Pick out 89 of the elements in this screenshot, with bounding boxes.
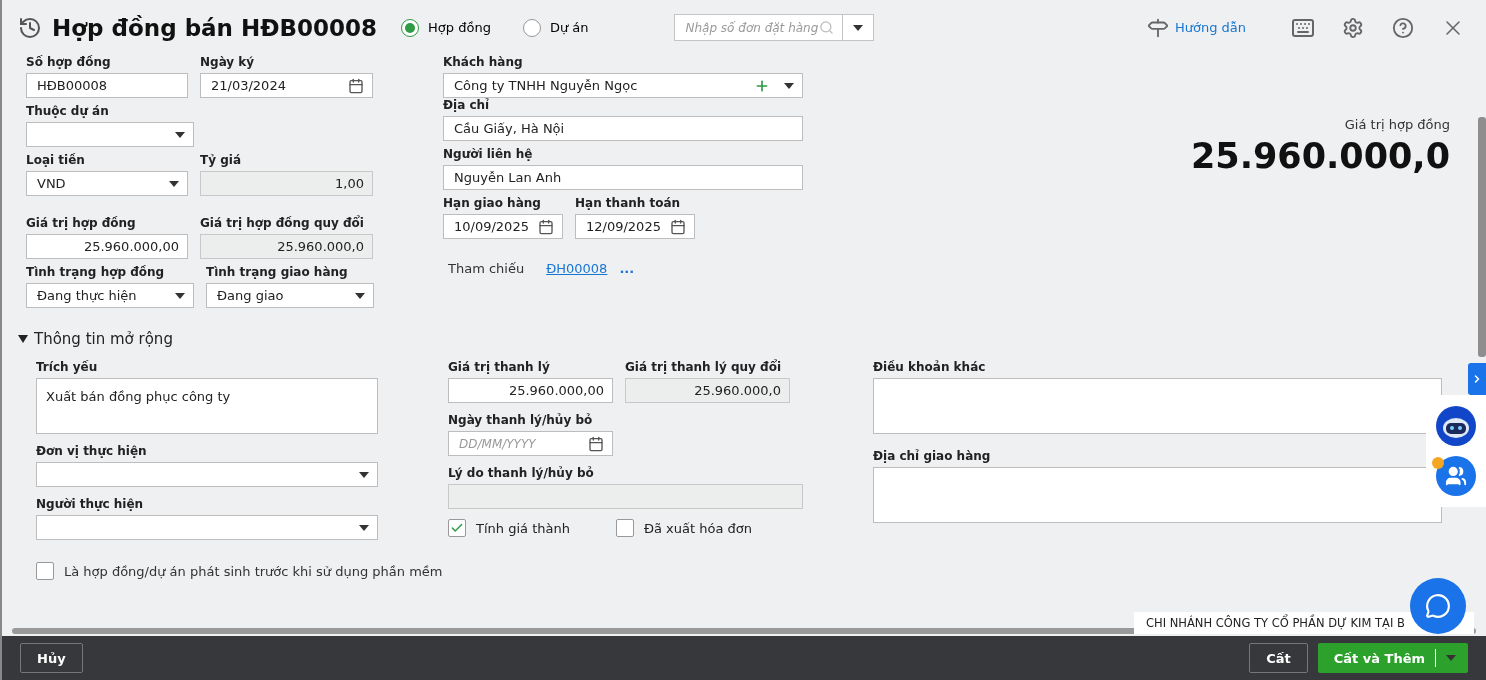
radio-option[interactable]: Hợp đồng	[401, 18, 491, 37]
caret-icon	[175, 131, 185, 138]
input-field[interactable]: Nguyễn Lan Anh	[443, 165, 803, 190]
dropdown-field[interactable]: VND	[26, 171, 188, 196]
dropdown-field[interactable]: Công ty TNHH Nguyễn Ngọc	[443, 73, 803, 98]
field-label: Trích yếu	[36, 360, 99, 375]
input-field[interactable]: 1,00	[200, 171, 373, 196]
checkbox-label: Là hợp đồng/dự án phát sinh trước khi sử dụng phần mềm	[64, 563, 443, 579]
field-label: Khách hàng	[443, 55, 524, 70]
input-field[interactable]: 25.960.000,00	[448, 378, 613, 403]
notification-dot	[1432, 457, 1444, 469]
more-link[interactable]: ...	[619, 261, 635, 276]
cancel-button[interactable]: Hủy	[20, 643, 83, 673]
caret-icon	[853, 24, 864, 31]
section-toggle[interactable]: Thông tin mở rộng	[18, 330, 173, 348]
settings-icon[interactable]	[1342, 16, 1364, 39]
total-label: Giá trị hợp đồng	[1344, 117, 1450, 132]
caret-icon	[359, 524, 369, 531]
field-label: Tỷ giá	[200, 153, 242, 168]
reference-label: Tham chiếu	[448, 261, 525, 276]
calendar-icon	[670, 218, 686, 235]
caret-icon	[175, 292, 185, 299]
caret-icon	[1446, 655, 1456, 661]
save-button[interactable]: Cất	[1249, 643, 1308, 673]
field-label: Loại tiền	[26, 153, 86, 168]
dropdown-field[interactable]	[26, 122, 194, 147]
guide-link[interactable]: Hướng dẫn	[1146, 16, 1246, 39]
robot-icon[interactable]	[1436, 406, 1476, 446]
date-field[interactable]: 21/03/2024	[200, 73, 373, 98]
field-label: Tình trạng giao hàng	[206, 265, 349, 280]
field-label: Thuộc dự án	[26, 104, 110, 119]
caret-icon	[355, 292, 365, 299]
calendar-icon	[348, 77, 364, 94]
field-label: Ngày ký	[200, 55, 256, 70]
field-label: Địa chỉ giao hàng	[873, 449, 992, 464]
checkbox[interactable]	[36, 562, 54, 580]
chat-button[interactable]	[1410, 578, 1466, 634]
caret-icon	[169, 180, 179, 187]
caret-icon	[359, 471, 369, 478]
dropdown-field[interactable]	[36, 515, 378, 540]
input-field[interactable]: HĐB00008	[26, 73, 188, 98]
checkbox-label: Đã xuất hóa đơn	[615, 519, 752, 537]
team-icon[interactable]	[1436, 456, 1476, 496]
dropdown-field[interactable]	[36, 462, 378, 487]
field-label: Đơn vị thực hiện	[36, 444, 148, 459]
help-icon[interactable]	[1392, 16, 1414, 39]
calendar-icon	[538, 218, 554, 235]
field-label: Hạn giao hàng	[443, 196, 542, 211]
field-label: Điều khoản khác	[873, 360, 987, 375]
checkbox[interactable]	[615, 519, 634, 537]
caret-icon	[784, 82, 794, 89]
checkbox-label: Tính giá thành	[448, 519, 570, 537]
vertical-scrollbar[interactable]	[1478, 117, 1486, 357]
field-label: Hạn thanh toán	[575, 196, 682, 211]
input-field[interactable]: Cầu Giấy, Hà Nội	[443, 116, 803, 141]
dropdown-field[interactable]: Đang thực hiện	[26, 283, 194, 308]
history-icon[interactable]	[18, 15, 42, 40]
field-label: Ngày thanh lý/hủy bỏ	[448, 413, 594, 428]
expand-tab[interactable]	[1468, 363, 1486, 395]
checkbox[interactable]	[448, 519, 466, 537]
input-field[interactable]: 25.960.000,0	[625, 378, 790, 403]
chat-icon	[1425, 593, 1451, 619]
total-value: 25.960.000,0	[1190, 136, 1450, 176]
signpost-icon	[1146, 16, 1169, 39]
window-title: Hợp đồng bán HĐB00008	[52, 14, 378, 41]
input-field[interactable]	[448, 484, 803, 509]
search-icon	[819, 20, 835, 35]
field-label: Người thực hiện	[36, 497, 145, 512]
input-field[interactable]: 25.960.000,00	[26, 234, 188, 259]
input-field[interactable]: 25.960.000,0	[200, 234, 373, 259]
field-label: Giá trị thanh lý quy đổi	[625, 360, 783, 375]
field-label: Giá trị thanh lý	[448, 360, 551, 375]
field-label: Số hợp đồng	[26, 55, 112, 70]
field-label: Lý do thanh lý/hủy bỏ	[448, 466, 595, 481]
field-label: Người liên hệ	[443, 147, 534, 162]
date-field[interactable]: 10/09/2025	[443, 214, 563, 239]
calendar-icon	[588, 435, 604, 452]
date-field[interactable]: 12/09/2025	[575, 214, 695, 239]
dropdown-field[interactable]: Đang giao	[206, 283, 374, 308]
triangle-icon	[18, 335, 28, 343]
field-label: Tình trạng hợp đồng	[26, 265, 166, 280]
radio-option[interactable]: Dự án	[522, 18, 589, 37]
text-area[interactable]	[873, 467, 1442, 523]
text-area[interactable]: Xuất bán đồng phục công ty	[36, 378, 378, 434]
reference-link[interactable]: ĐH00008	[546, 261, 608, 276]
field-label: Giá trị hợp đồng	[26, 216, 137, 231]
check-icon	[450, 521, 464, 535]
field-label: Giá trị hợp đồng quy đổi	[200, 216, 365, 231]
field-label: Địa chỉ	[443, 98, 491, 113]
